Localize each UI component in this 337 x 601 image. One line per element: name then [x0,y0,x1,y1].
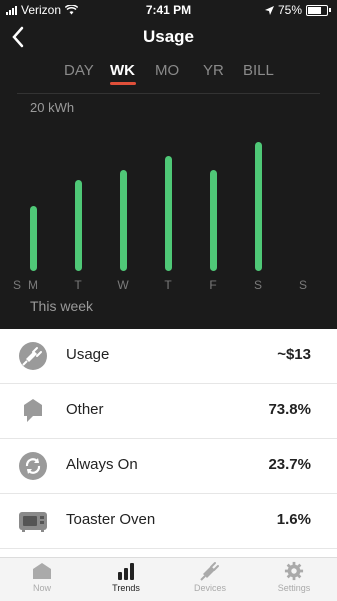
list-item-value: 23.7% [268,456,311,473]
chart-bar [119,170,127,271]
tab-month[interactable]: MO [155,62,179,79]
battery-percent: 75% [277,3,302,17]
list-item-value: 1.6% [276,511,311,528]
tab-devices[interactable]: Devices [180,561,240,593]
tab-trends[interactable]: Trends [96,561,156,593]
plug-icon [200,562,219,581]
active-tab-indicator [110,82,136,85]
list-item-label: Toaster Oven [66,511,156,528]
list-item-usage[interactable]: Usage ~$13 [0,329,337,384]
plug-icon [19,342,47,370]
x-tick-label: T [164,278,172,292]
tab-label: Settings [277,583,311,593]
chart-bar [209,170,217,271]
chart-bar [254,141,262,271]
tab-day[interactable]: DAY [64,62,94,79]
speech-bubble-icon [24,399,42,422]
location-icon [264,5,274,15]
period-tabs: DAY WK MO YR BILL [0,62,337,86]
x-tick-label: F [209,278,217,292]
list-item-value: 73.8% [268,401,311,418]
bottom-tab-bar: Now Trends Devices Settings [0,557,337,601]
list-item-value: ~$13 [277,346,311,363]
gear-icon [284,561,304,581]
x-tick-label: W [117,278,129,292]
tab-settings[interactable]: Settings [264,561,324,593]
tab-label: Trends [112,583,140,593]
home-icon [33,563,51,579]
x-tick-label: T [74,278,82,292]
chart-bar [164,156,172,271]
list-item-label: Usage [66,346,110,363]
tab-year[interactable]: YR [203,62,224,79]
trend-bars-icon [118,563,134,580]
tab-week[interactable]: WK [110,62,135,79]
x-tick-label: S [298,278,307,292]
list-item-other[interactable]: Other 73.8% [0,384,337,439]
nav-bar: Usage [0,22,337,52]
refresh-icon [19,452,47,480]
tab-now[interactable]: Now [12,561,72,593]
tab-bill[interactable]: BILL [243,62,274,79]
chart-top-rule [17,93,320,94]
battery-icon [306,4,328,16]
list-item-toaster-oven[interactable]: Toaster Oven 1.6% [0,494,337,549]
chart-bar [74,180,82,271]
x-tick-label: S [253,278,262,292]
list-item-always-on[interactable]: Always On 23.7% [0,439,337,494]
list-item-label: Always On [66,456,138,473]
x-tick-label: M [28,278,38,292]
status-bar: Verizon 7:41 PM 75% [0,0,337,20]
period-label: This week [30,298,94,314]
tab-label: Now [32,583,51,593]
chart-bar [29,206,37,271]
list-item-label: Other [66,401,104,418]
toaster-oven-icon [19,512,47,532]
tab-label: Devices [193,583,226,593]
y-axis-label: 20 kWh [30,100,75,115]
page-title: Usage [142,27,195,46]
